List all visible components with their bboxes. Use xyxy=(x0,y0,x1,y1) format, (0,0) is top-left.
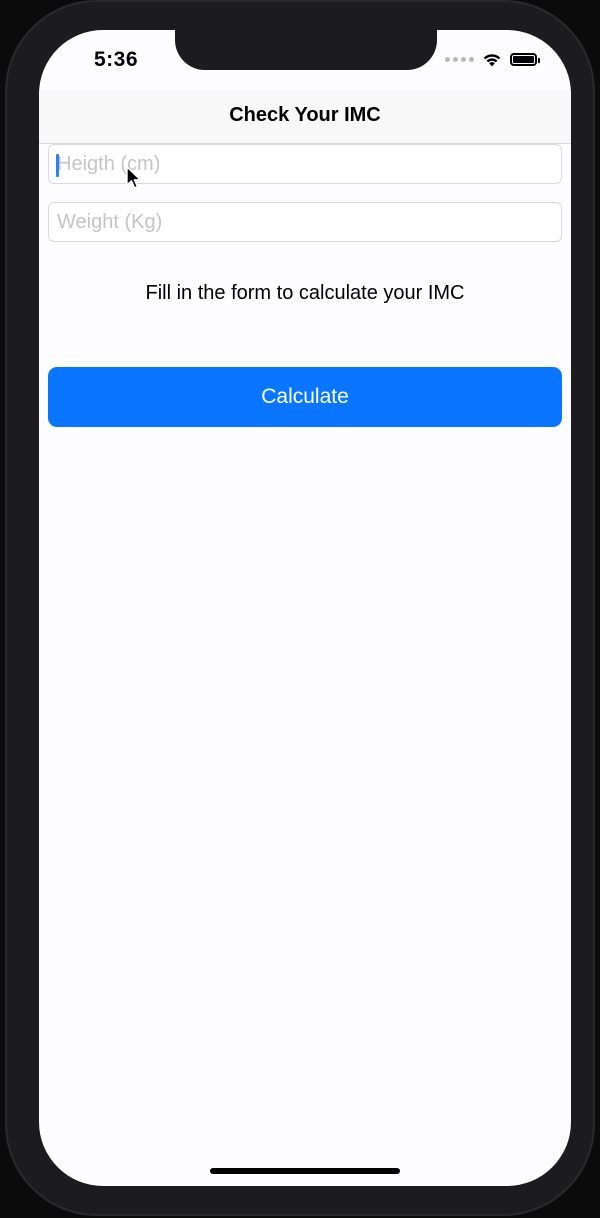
app-screen: 5:36 Check Your IMC Fill in the form to … xyxy=(39,30,571,1186)
battery-icon xyxy=(510,53,540,66)
weight-input[interactable] xyxy=(49,203,561,241)
wifi-icon xyxy=(483,54,501,67)
phone-frame: 5:36 Check Your IMC Fill in the form to … xyxy=(5,0,595,1216)
text-caret xyxy=(56,154,59,177)
status-time: 5:36 xyxy=(94,48,139,71)
page-title: Check Your IMC xyxy=(229,104,381,126)
calculate-button[interactable]: Calculate xyxy=(48,367,562,427)
device-notch xyxy=(175,30,437,70)
instruction-text: Fill in the form to calculate your IMC xyxy=(145,282,465,304)
signal-dots-icon xyxy=(445,57,474,62)
mouse-pointer-icon xyxy=(126,166,141,189)
home-indicator[interactable] xyxy=(210,1168,400,1174)
weight-field[interactable] xyxy=(48,202,562,242)
navigation-bar: Check Your IMC xyxy=(39,90,571,144)
status-icons xyxy=(445,52,540,67)
